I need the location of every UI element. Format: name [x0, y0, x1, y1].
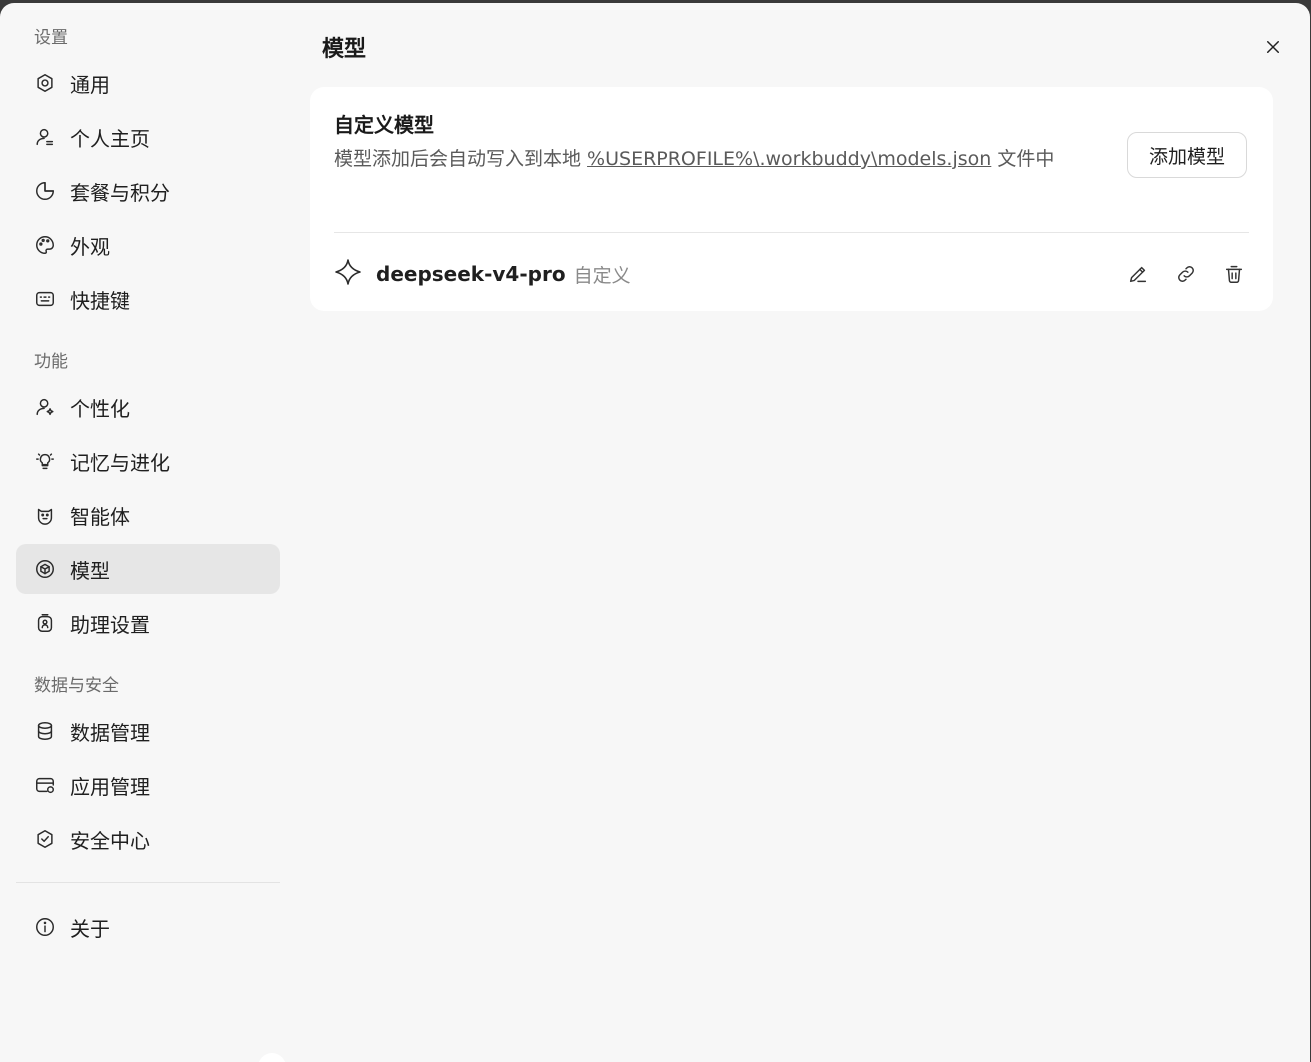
delete-icon[interactable] [1219, 259, 1249, 289]
sidebar: 设置 通用 个人主页 套餐与积分 外观 快捷键 功能 个性化 记忆与进化 智能体… [16, 3, 280, 1062]
sidebar-item-agents[interactable]: 智能体 [16, 490, 280, 540]
gear-icon [33, 71, 57, 95]
sidebar-item-general[interactable]: 通用 [16, 58, 280, 108]
sidebar-item-label: 数据管理 [70, 720, 150, 745]
sidebar-item-label: 记忆与进化 [70, 450, 170, 475]
sidebar-item-shortcuts[interactable]: 快捷键 [16, 274, 280, 324]
assistant-icon [33, 611, 57, 635]
sidebar-item-assistant-settings[interactable]: 助理设置 [16, 598, 280, 648]
sidebar-item-label: 个人主页 [70, 126, 150, 151]
sparkle-icon [334, 258, 362, 290]
sidebar-item-profile[interactable]: 个人主页 [16, 112, 280, 162]
model-tag: 自定义 [573, 264, 631, 287]
sidebar-item-label: 助理设置 [70, 612, 150, 637]
shield-check-icon [33, 827, 57, 851]
section-title-features: 功能 [34, 352, 68, 372]
sidebar-item-label: 模型 [70, 558, 110, 583]
pie-chart-icon [33, 179, 57, 203]
keyboard-icon [33, 287, 57, 311]
card-title: 自定义模型 [334, 113, 434, 137]
user-sparkle-icon [33, 395, 57, 419]
sidebar-item-label: 安全中心 [70, 828, 150, 853]
sidebar-item-models[interactable]: 模型 [16, 544, 280, 594]
sidebar-item-label: 关于 [70, 916, 110, 941]
sidebar-item-memory[interactable]: 记忆与进化 [16, 436, 280, 486]
model-name: deepseek-v4-pro [376, 262, 566, 286]
sidebar-item-about[interactable]: 关于 [16, 902, 280, 952]
add-model-button[interactable]: 添加模型 [1127, 132, 1247, 178]
sidebar-item-label: 智能体 [70, 504, 130, 529]
palette-icon [33, 233, 57, 257]
models-json-path: %USERPROFILE%\.workbuddy\models.json [587, 148, 992, 170]
page-title: 模型 [322, 37, 367, 62]
sidebar-item-security-center[interactable]: 安全中心 [16, 814, 280, 864]
edit-icon[interactable] [1123, 259, 1153, 289]
sidebar-item-label: 应用管理 [70, 774, 150, 799]
card-description: 模型添加后会自动写入到本地 %USERPROFILE%\.workbuddy\m… [334, 143, 1104, 175]
lightbulb-icon [33, 449, 57, 473]
sidebar-item-label: 快捷键 [70, 288, 130, 313]
sidebar-divider [16, 882, 280, 883]
database-icon [33, 719, 57, 743]
link-icon[interactable] [1171, 259, 1201, 289]
model-row: deepseek-v4-pro 自定义 [334, 251, 1249, 297]
app-card-icon [33, 773, 57, 797]
agent-icon [33, 503, 57, 527]
info-icon [33, 915, 57, 939]
sidebar-item-data-management[interactable]: 数据管理 [16, 706, 280, 756]
user-icon [33, 125, 57, 149]
sidebar-item-personalization[interactable]: 个性化 [16, 382, 280, 432]
close-icon [1267, 41, 1279, 53]
model-cube-icon [33, 557, 57, 581]
section-title-data-security: 数据与安全 [34, 676, 119, 696]
card-divider [334, 232, 1249, 233]
sidebar-item-plan-credits[interactable]: 套餐与积分 [16, 166, 280, 216]
sidebar-item-label: 通用 [70, 72, 110, 97]
sidebar-item-label: 外观 [70, 234, 110, 259]
desc-prefix: 模型添加后会自动写入到本地 [334, 148, 588, 170]
model-row-actions [1105, 259, 1249, 289]
section-title-settings: 设置 [34, 28, 68, 48]
sidebar-item-appearance[interactable]: 外观 [16, 220, 280, 270]
sidebar-item-label: 套餐与积分 [70, 180, 170, 205]
sidebar-item-app-management[interactable]: 应用管理 [16, 760, 280, 810]
desc-suffix: 文件中 [991, 148, 1055, 170]
settings-dialog: 设置 通用 个人主页 套餐与积分 外观 快捷键 功能 个性化 记忆与进化 智能体… [0, 3, 1310, 1062]
custom-models-card: 自定义模型 模型添加后会自动写入到本地 %USERPROFILE%\.workb… [310, 87, 1273, 311]
close-button[interactable] [1259, 33, 1287, 61]
sidebar-item-label: 个性化 [70, 396, 130, 421]
